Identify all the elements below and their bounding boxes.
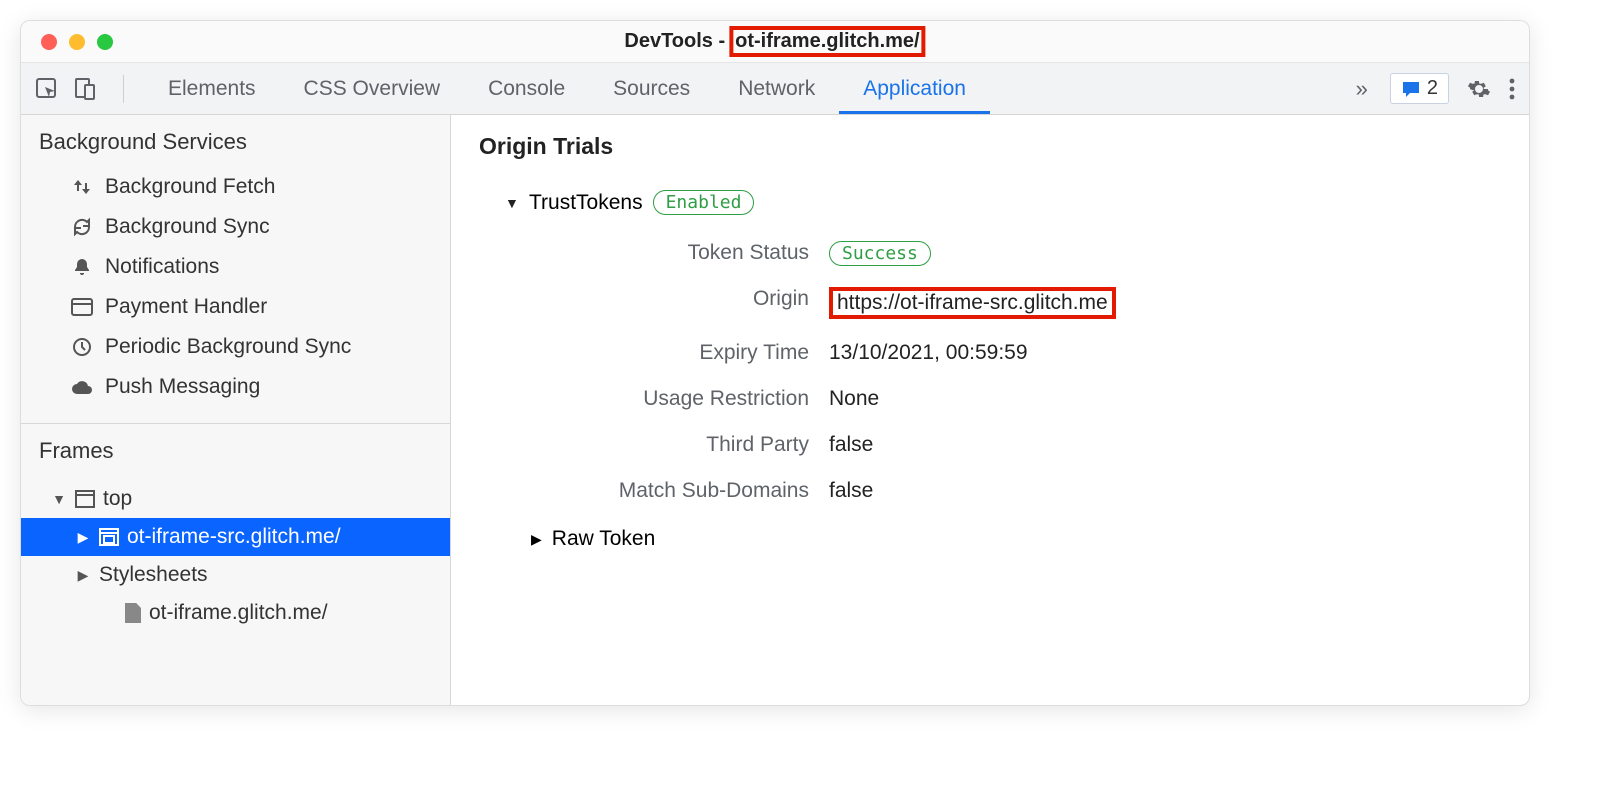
issues-count: 2 — [1427, 77, 1438, 100]
devtools-toolbar: ElementsCSS OverviewConsoleSourcesNetwor… — [21, 63, 1529, 115]
sidebar-section-bg-services: Background Services — [21, 115, 450, 167]
subdomains-key: Match Sub-Domains — [479, 479, 809, 503]
chevron-right-icon[interactable]: ▶ — [75, 567, 91, 584]
raw-token-label: Raw Token — [552, 527, 656, 551]
application-sidebar: Background Services Background FetchBack… — [21, 115, 451, 705]
tab-network[interactable]: Network — [714, 63, 839, 114]
more-options-icon[interactable] — [1509, 78, 1515, 100]
more-tabs-button[interactable]: » — [1342, 76, 1382, 102]
tab-application[interactable]: Application — [839, 63, 990, 114]
document-icon — [125, 603, 141, 623]
sidebar-item-label: Push Messaging — [105, 375, 260, 399]
bg-services-list: Background Fetch Background Sync Notificat… — [21, 167, 450, 419]
token-status-key: Token Status — [479, 241, 809, 265]
maximize-window-button[interactable] — [97, 34, 113, 50]
origin-value-wrap: https://ot-iframe-src.glitch.me — [829, 287, 1501, 319]
sidebar-item-periodic-background-sync[interactable]: Periodic Background Sync — [21, 327, 450, 367]
inspect-element-icon[interactable] — [35, 77, 59, 101]
origin-key: Origin — [479, 287, 809, 319]
frames-tree: ▼ top ▶ ot-iframe-src.glitch.me/ ▶ Style… — [21, 476, 450, 648]
chevron-down-icon[interactable]: ▼ — [51, 491, 67, 507]
trial-status-pill: Enabled — [653, 190, 755, 215]
main-panel: Origin Trials ▼ TrustTokens Enabled Toke… — [451, 115, 1529, 705]
iframe-icon — [99, 528, 119, 546]
panel-tabs: ElementsCSS OverviewConsoleSourcesNetwor… — [144, 63, 1334, 114]
sidebar-item-push-messaging[interactable]: Push Messaging — [21, 367, 450, 407]
sidebar-item-label: Notifications — [105, 255, 219, 279]
title-prefix: DevTools - — [624, 30, 725, 53]
issues-badge[interactable]: 2 — [1390, 73, 1449, 104]
sidebar-item-background-sync[interactable]: Background Sync — [21, 207, 450, 247]
content-area: Background Services Background FetchBack… — [21, 115, 1529, 705]
origin-trials-heading: Origin Trials — [479, 133, 1501, 160]
sync-icon — [71, 217, 93, 237]
chevron-right-icon[interactable]: ▶ — [531, 531, 542, 548]
title-url-highlight: ot-iframe.glitch.me/ — [729, 26, 925, 57]
trial-detail-grid: Token Status Success Origin https://ot-i… — [479, 241, 1501, 503]
usage-value: None — [829, 387, 1501, 411]
sidebar-item-label: Payment Handler — [105, 295, 267, 319]
trial-name: TrustTokens — [529, 191, 643, 215]
close-window-button[interactable] — [41, 34, 57, 50]
updown-icon — [71, 177, 93, 197]
cloud-icon — [71, 379, 93, 395]
minimize-window-button[interactable] — [69, 34, 85, 50]
clock-icon — [71, 337, 93, 357]
window-controls — [21, 34, 113, 50]
sidebar-item-payment-handler[interactable]: Payment Handler — [21, 287, 450, 327]
sidebar-item-notifications[interactable]: Notifications — [21, 247, 450, 287]
chevron-down-icon[interactable]: ▼ — [505, 195, 519, 211]
third-party-value: false — [829, 433, 1501, 457]
devtools-window: DevTools - ot-iframe.glitch.me/ Elements… — [20, 20, 1530, 706]
toolbar-right: 2 — [1390, 73, 1515, 104]
frame-top[interactable]: ▼ top — [21, 480, 450, 518]
window-icon — [75, 490, 95, 508]
chevron-right-icon[interactable]: ▶ — [75, 529, 91, 546]
token-status-value: Success — [829, 241, 1501, 265]
tab-sources[interactable]: Sources — [589, 63, 714, 114]
expiry-key: Expiry Time — [479, 341, 809, 365]
window-title: DevTools - ot-iframe.glitch.me/ — [624, 26, 925, 57]
sidebar-item-label: Background Fetch — [105, 175, 275, 199]
sidebar-item-background-fetch[interactable]: Background Fetch — [21, 167, 450, 207]
spacer — [101, 605, 117, 621]
trial-row[interactable]: ▼ TrustTokens Enabled — [505, 190, 1501, 215]
card-icon — [71, 298, 93, 316]
issues-icon — [1401, 80, 1421, 98]
sidebar-item-label: Background Sync — [105, 215, 270, 239]
subdomains-value: false — [829, 479, 1501, 503]
tab-console[interactable]: Console — [464, 63, 589, 114]
toolbar-divider — [123, 75, 124, 103]
frame-iframe-label: ot-iframe-src.glitch.me/ — [127, 525, 341, 549]
frame-document[interactable]: ot-iframe.glitch.me/ — [21, 594, 450, 632]
expiry-value: 13/10/2021, 00:59:59 — [829, 341, 1501, 365]
settings-icon[interactable] — [1467, 77, 1491, 101]
frame-stylesheets[interactable]: ▶ Stylesheets — [21, 556, 450, 594]
sidebar-section-frames: Frames — [21, 424, 450, 476]
bell-icon — [71, 257, 93, 277]
frame-top-label: top — [103, 487, 132, 511]
frame-document-label: ot-iframe.glitch.me/ — [149, 601, 328, 625]
frame-iframe[interactable]: ▶ ot-iframe-src.glitch.me/ — [21, 518, 450, 556]
origin-value: https://ot-iframe-src.glitch.me — [829, 287, 1116, 319]
tab-css-overview[interactable]: CSS Overview — [280, 63, 465, 114]
raw-token-row[interactable]: ▶ Raw Token — [531, 527, 1501, 551]
titlebar: DevTools - ot-iframe.glitch.me/ — [21, 21, 1529, 63]
token-status-pill: Success — [829, 241, 931, 266]
usage-key: Usage Restriction — [479, 387, 809, 411]
third-party-key: Third Party — [479, 433, 809, 457]
device-toggle-icon[interactable] — [73, 77, 97, 101]
frame-stylesheets-label: Stylesheets — [99, 563, 208, 587]
tab-elements[interactable]: Elements — [144, 63, 280, 114]
sidebar-item-label: Periodic Background Sync — [105, 335, 351, 359]
toolbar-left — [35, 75, 136, 103]
